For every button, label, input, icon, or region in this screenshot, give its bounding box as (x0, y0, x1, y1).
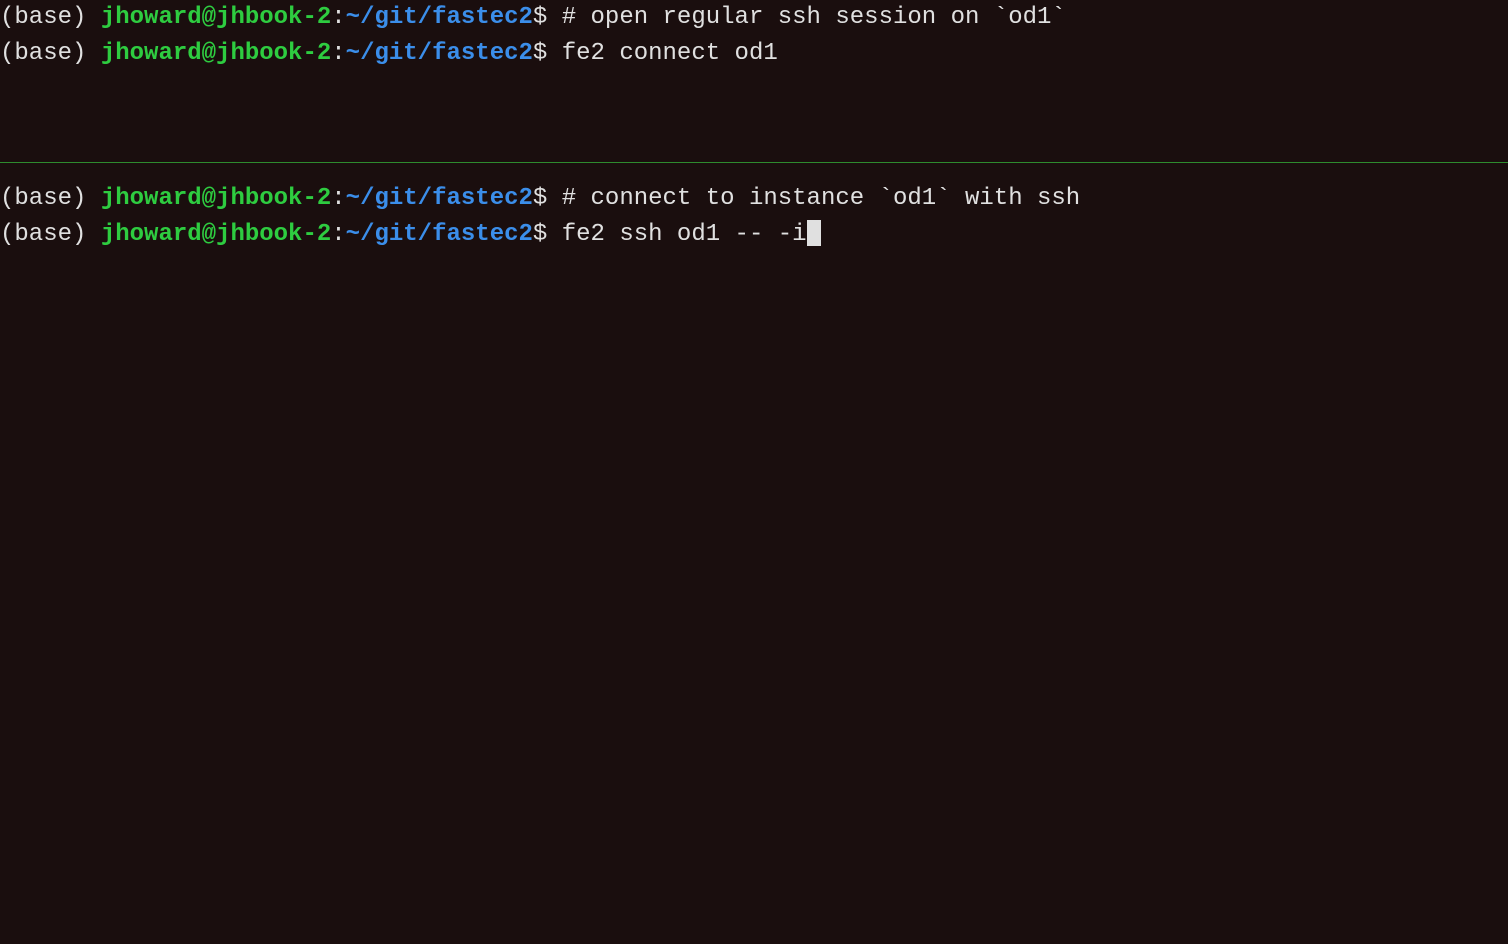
prompt-path: ~/git/fastec2 (346, 221, 533, 248)
prompt-colon: : (331, 185, 345, 212)
prompt-dollar: $ (533, 185, 547, 212)
prompt-dollar: $ (533, 40, 547, 67)
cursor-icon (807, 220, 821, 246)
prompt-user-host: jhoward@jhbook-2 (101, 4, 331, 31)
terminal-pane-top[interactable]: (base) jhoward@jhbook-2:~/git/fastec2$ #… (0, 0, 1508, 162)
command-text: # connect to instance `od1` with ssh (547, 185, 1080, 212)
command-text: fe2 connect od1 (547, 40, 777, 67)
prompt-dollar: $ (533, 221, 547, 248)
terminal-line: (base) jhoward@jhbook-2:~/git/fastec2$ #… (0, 0, 1508, 36)
prompt-user-host: jhoward@jhbook-2 (101, 221, 331, 248)
terminal-pane-bottom[interactable]: (base) jhoward@jhbook-2:~/git/fastec2$ #… (0, 163, 1508, 944)
prompt-colon: : (331, 40, 345, 67)
prompt-env: (base) (0, 40, 101, 67)
prompt-env: (base) (0, 221, 101, 248)
terminal-multiplexer: (base) jhoward@jhbook-2:~/git/fastec2$ #… (0, 0, 1508, 944)
prompt-user-host: jhoward@jhbook-2 (101, 185, 331, 212)
terminal-line: (base) jhoward@jhbook-2:~/git/fastec2$ #… (0, 181, 1508, 217)
prompt-path: ~/git/fastec2 (346, 185, 533, 212)
command-text: # open regular ssh session on `od1` (547, 4, 1065, 31)
prompt-colon: : (331, 4, 345, 31)
command-text: fe2 ssh od1 -- -i (547, 221, 806, 248)
prompt-colon: : (331, 221, 345, 248)
prompt-dollar: $ (533, 4, 547, 31)
prompt-path: ~/git/fastec2 (346, 40, 533, 67)
prompt-path: ~/git/fastec2 (346, 4, 533, 31)
prompt-env: (base) (0, 185, 101, 212)
prompt-env: (base) (0, 4, 101, 31)
prompt-user-host: jhoward@jhbook-2 (101, 40, 331, 67)
terminal-line: (base) jhoward@jhbook-2:~/git/fastec2$ f… (0, 36, 1508, 72)
terminal-line: (base) jhoward@jhbook-2:~/git/fastec2$ f… (0, 217, 1508, 253)
